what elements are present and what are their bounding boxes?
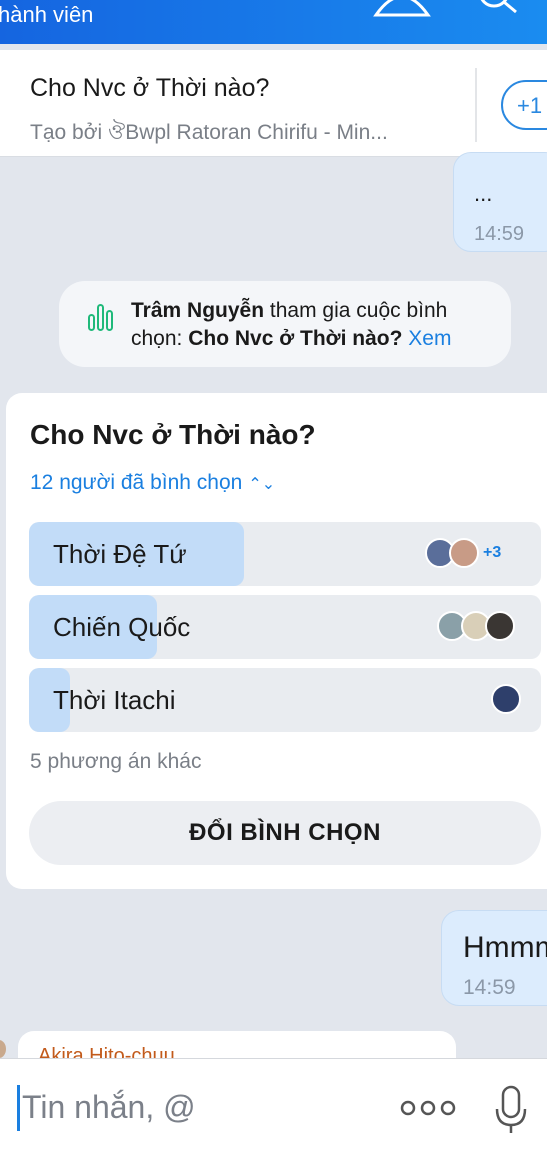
poll-option[interactable]: Chiến Quốc <box>29 595 541 659</box>
pinned-title: Cho Nvc ở Thời nào? <box>30 74 270 102</box>
change-vote-button[interactable]: ĐỔI BÌNH CHỌN <box>29 801 541 865</box>
option-label: Chiến Quốc <box>53 612 191 642</box>
poll-votes-toggle[interactable]: 12 người đã bình chọn ⌃⌄ <box>30 471 275 495</box>
message-text: Hmmm <box>463 931 547 964</box>
message-bubble-outgoing[interactable]: ... 14:59 <box>453 152 547 252</box>
other-options-link[interactable]: 5 phương án khác <box>30 750 201 774</box>
avatar[interactable] <box>0 1040 6 1058</box>
notice-text: Trâm Nguyễn tham gia cuộc bình chọn: Cho… <box>131 297 501 353</box>
search-icon[interactable] <box>476 0 522 16</box>
poll-option[interactable]: Thời Đệ Tứ +3 <box>29 522 541 586</box>
message-input-bar: Tin nhắn, @ <box>0 1058 547 1156</box>
view-poll-link[interactable]: Xem <box>402 327 451 350</box>
voter-avatars[interactable]: +3 <box>425 538 502 568</box>
poll-join-notice: Trâm Nguyễn tham gia cuộc bình chọn: Cho… <box>59 281 511 367</box>
message-bubble-outgoing[interactable]: Hmmm 14:59 <box>441 910 547 1006</box>
option-label: Thời Đệ Tứ <box>53 539 187 569</box>
option-label: Thời Itachi <box>53 685 176 715</box>
poll-card: Cho Nvc ở Thời nào? 12 người đã bình chọ… <box>6 393 547 889</box>
text-caret <box>17 1085 20 1131</box>
more-options-icon[interactable] <box>400 1099 456 1117</box>
message-text: ... <box>474 181 493 206</box>
votes-label: 12 người đã bình chọn <box>30 471 243 494</box>
avatar <box>449 538 479 568</box>
more-voters-count: +3 <box>483 544 502 561</box>
vote-count-button[interactable]: +1 <box>501 80 547 130</box>
poll-question: Cho Nvc ở Thời nào? <box>30 419 316 450</box>
message-input[interactable]: Tin nhắn, @ <box>22 1089 196 1126</box>
avatar <box>485 611 515 641</box>
header-title: hành viên <box>0 2 94 27</box>
pinned-poll-bar[interactable]: Cho Nvc ở Thời nào? Tạo bởi ঔBwpl Ratora… <box>0 50 547 157</box>
message-time: 14:59 <box>474 223 525 245</box>
voter-avatars[interactable] <box>437 611 515 641</box>
notice-user: Trâm Nguyễn <box>131 299 265 322</box>
poll-icon <box>88 304 113 331</box>
divider <box>475 68 477 142</box>
microphone-icon[interactable] <box>494 1085 528 1135</box>
expand-icon: ⌃⌄ <box>248 476 276 493</box>
pinned-subtitle: Tạo bởi ঔBwpl Ratoran Chirifu - Min... <box>30 121 388 144</box>
voter-avatars[interactable] <box>491 684 521 714</box>
poll-option[interactable]: Thời Itachi <box>29 668 541 732</box>
top-bar: hành viên <box>0 0 547 44</box>
notice-poll-name: Cho Nvc ở Thời nào? <box>188 327 403 350</box>
avatar <box>491 684 521 714</box>
add-member-icon[interactable] <box>372 0 432 18</box>
message-time: 14:59 <box>463 976 516 999</box>
